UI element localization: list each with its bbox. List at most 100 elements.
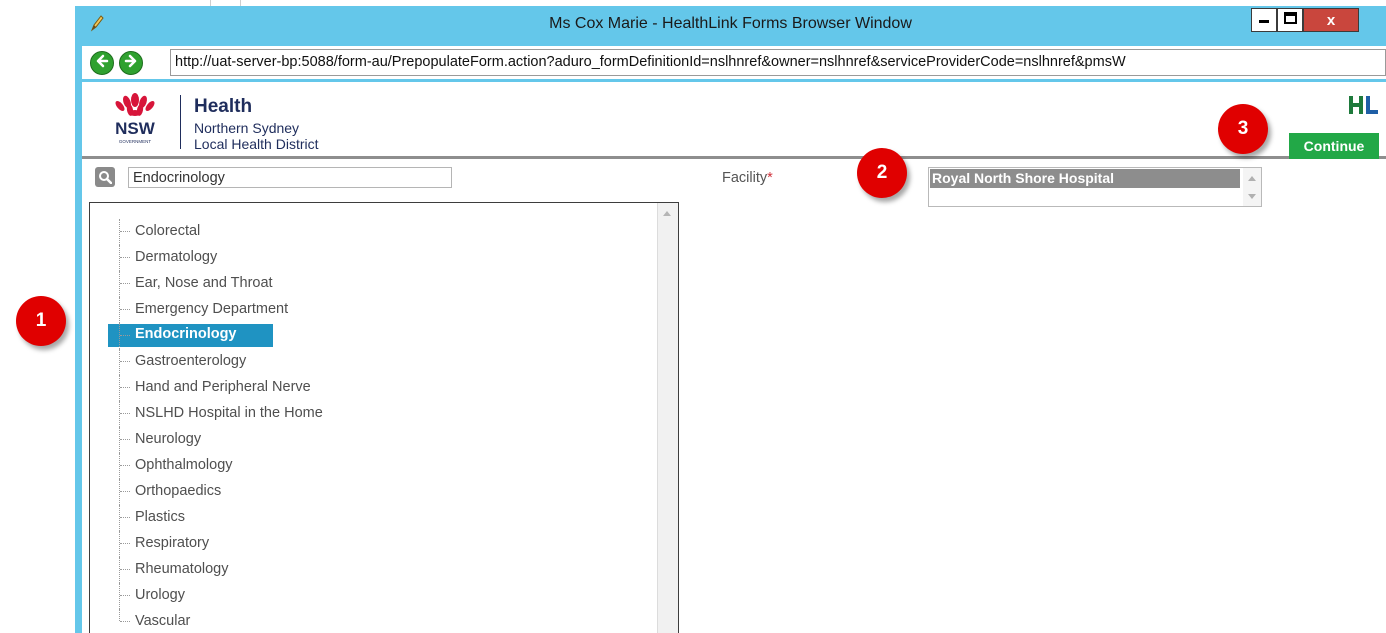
facility-option-selected[interactable]: Royal North Shore Hospital xyxy=(930,169,1240,188)
facility-label-text: Facility xyxy=(722,170,768,186)
maximize-button[interactable] xyxy=(1277,8,1303,32)
logo-government-text: GOVERNMENT xyxy=(119,139,152,144)
specialty-label: Endocrinology xyxy=(135,326,237,342)
form-content: NSW GOVERNMENT Health Northern Sydney Lo… xyxy=(82,82,1386,633)
tree-connector xyxy=(120,517,130,518)
tree-connector xyxy=(120,257,130,258)
tree-connector xyxy=(120,361,130,362)
scroll-up-arrow-icon[interactable] xyxy=(1248,176,1256,181)
callout-1: 1 xyxy=(16,296,66,346)
specialty-label: Neurology xyxy=(135,431,202,447)
tree-connector xyxy=(119,557,120,583)
tree-connector xyxy=(119,245,120,271)
specialty-label: Rheumatology xyxy=(135,561,229,577)
logo-divider xyxy=(180,95,181,149)
tree-connector xyxy=(120,465,130,466)
specialty-item[interactable]: Endocrinology xyxy=(90,323,660,349)
specialty-label: Emergency Department xyxy=(135,301,289,317)
org-subtitle-2: Local Health District xyxy=(194,136,319,152)
tree-connector xyxy=(119,479,120,505)
specialty-item[interactable]: Vascular xyxy=(90,609,660,633)
tree-connector xyxy=(119,583,120,609)
required-marker: * xyxy=(767,170,773,186)
facility-label: Facility* xyxy=(722,170,773,186)
tree-connector xyxy=(119,323,120,349)
specialty-item[interactable]: Emergency Department xyxy=(90,297,660,323)
specialty-label: Orthopaedics xyxy=(135,483,222,499)
tree-connector xyxy=(120,387,130,388)
scroll-down-arrow-icon[interactable] xyxy=(1248,194,1256,199)
tree-connector xyxy=(120,621,130,622)
tree-connector xyxy=(120,231,130,232)
tree-connector xyxy=(119,531,120,557)
specialty-search-input[interactable] xyxy=(128,167,452,188)
specialty-tree: Colorectal Dermatology Ear, Nose and Throa… xyxy=(89,202,679,633)
tree-connector xyxy=(120,595,130,596)
specialty-item[interactable]: Ear, Nose and Throat xyxy=(90,271,660,297)
tree-connector xyxy=(119,401,120,427)
back-button[interactable] xyxy=(90,51,114,75)
tree-connector xyxy=(119,271,120,297)
specialty-item[interactable]: Dermatology xyxy=(90,245,660,271)
specialty-label: Urology xyxy=(135,587,185,603)
continue-button[interactable]: Continue xyxy=(1289,133,1379,159)
title-bar: Ms Cox Marie - HealthLink Forms Browser … xyxy=(75,6,1386,40)
healthlink-logo xyxy=(1348,94,1380,116)
tree-connector xyxy=(120,439,130,440)
scroll-up-arrow-icon[interactable] xyxy=(663,211,671,216)
maximize-icon xyxy=(1283,11,1297,29)
specialty-item[interactable]: Orthopaedics xyxy=(90,479,660,505)
tree-connector xyxy=(119,505,120,531)
facility-scrollbar[interactable] xyxy=(1243,168,1261,206)
address-bar: http://uat-server-bp:5088/form-au/Prepop… xyxy=(82,46,1386,79)
page-header: NSW GOVERNMENT Health Northern Sydney Lo… xyxy=(82,82,1386,159)
specialty-item[interactable]: Neurology xyxy=(90,427,660,453)
specialty-item[interactable]: Rheumatology xyxy=(90,557,660,583)
forward-button[interactable] xyxy=(119,51,143,75)
tree-connector xyxy=(119,297,120,323)
specialty-label: Gastroenterology xyxy=(135,353,247,369)
specialty-label: NSLHD Hospital in the Home xyxy=(135,405,323,421)
minimize-button[interactable] xyxy=(1251,8,1277,32)
tree-connector xyxy=(120,491,130,492)
org-name: Health xyxy=(194,96,253,117)
specialty-item[interactable]: NSLHD Hospital in the Home xyxy=(90,401,660,427)
specialty-item[interactable]: Urology xyxy=(90,583,660,609)
arrow-right-icon xyxy=(124,54,138,73)
specialty-label: Respiratory xyxy=(135,535,210,551)
specialty-label: Vascular xyxy=(135,613,191,629)
specialty-item[interactable]: Colorectal xyxy=(90,219,660,245)
specialty-label: Ophthalmology xyxy=(135,457,233,473)
specialty-list: Colorectal Dermatology Ear, Nose and Throa… xyxy=(90,219,660,633)
logo-nsw-text: NSW xyxy=(115,119,156,138)
specialty-item[interactable]: Gastroenterology xyxy=(90,349,660,375)
specialty-item[interactable]: Ophthalmology xyxy=(90,453,660,479)
tree-connector xyxy=(119,427,120,453)
tree-connector xyxy=(120,309,130,310)
org-subtitle-1: Northern Sydney xyxy=(194,120,300,136)
browser-window: Ms Cox Marie - HealthLink Forms Browser … xyxy=(75,0,1386,633)
facility-select[interactable]: Royal North Shore Hospital xyxy=(928,167,1262,207)
specialty-label: Colorectal xyxy=(135,223,201,239)
specialty-item[interactable]: Plastics xyxy=(90,505,660,531)
tree-scrollbar[interactable] xyxy=(657,203,678,633)
specialty-label: Hand and Peripheral Nerve xyxy=(135,379,311,395)
tree-connector xyxy=(120,335,130,336)
specialty-item[interactable]: Hand and Peripheral Nerve xyxy=(90,375,660,401)
window-title: Ms Cox Marie - HealthLink Forms Browser … xyxy=(549,15,912,32)
tree-connector xyxy=(119,375,120,401)
specialty-item[interactable]: Respiratory xyxy=(90,531,660,557)
arrow-left-icon xyxy=(95,54,109,73)
specialty-label: Ear, Nose and Throat xyxy=(135,275,273,291)
tree-connector xyxy=(119,219,120,245)
tree-connector xyxy=(119,609,120,621)
close-button[interactable]: x xyxy=(1303,8,1359,32)
tree-connector xyxy=(120,569,130,570)
specialty-label: Plastics xyxy=(135,509,185,525)
tree-connector xyxy=(120,413,130,414)
tree-connector xyxy=(120,543,130,544)
search-icon[interactable] xyxy=(95,167,115,187)
tree-connector xyxy=(119,453,120,479)
tree-connector xyxy=(120,283,130,284)
url-field[interactable]: http://uat-server-bp:5088/form-au/Prepop… xyxy=(170,49,1386,76)
